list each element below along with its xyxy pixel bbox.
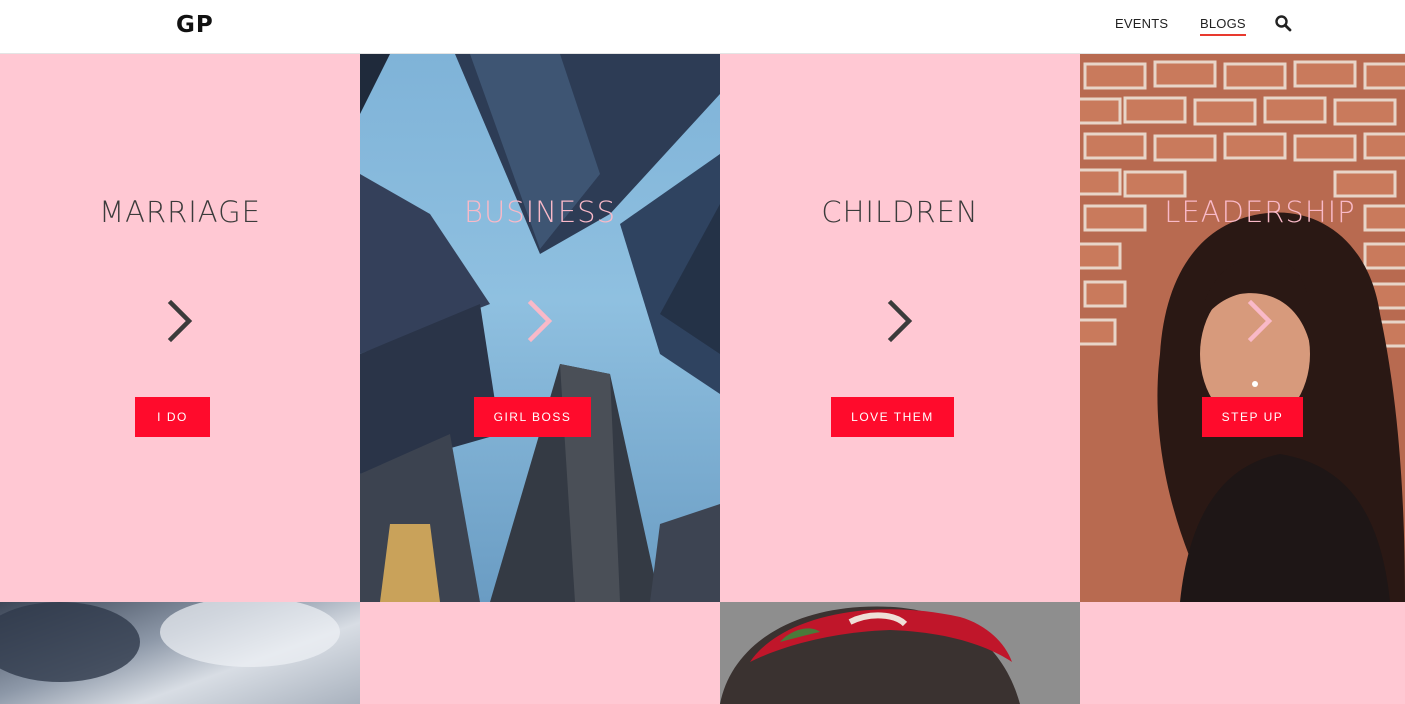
chevron-right-icon[interactable] [165,297,195,345]
tile-title: CHILDREN [821,195,979,229]
clouds-photo [0,602,340,682]
tile-button-step-up[interactable]: STEP UP [1202,397,1303,437]
tile-button-i-do[interactable]: I DO [135,397,210,437]
tile-title: MARRIAGE [99,195,261,229]
chevron-right-icon[interactable] [1245,297,1275,345]
category-tile-marriage[interactable]: MARRIAGE I DO [0,54,360,602]
nav-item-events[interactable]: EVENTS [1115,16,1168,34]
tile-button-love-them[interactable]: LOVE THEM [831,397,954,437]
site-logo[interactable]: GP [176,12,214,38]
category-tile-pink-2[interactable] [1080,602,1405,704]
category-tile-pink[interactable] [360,602,720,704]
category-tile-red-headband[interactable] [720,602,1080,704]
nav-item-blogs[interactable]: BLOGS [1200,16,1246,36]
tile-title: BUSINESS [463,195,616,229]
category-tile-children[interactable]: CHILDREN LOVE THEM [720,54,1080,602]
red-headband-photo [720,602,1080,704]
chevron-right-icon[interactable] [885,297,915,345]
category-tile-leadership[interactable]: LEADERSHIP STEP UP [1080,54,1405,602]
tile-button-girl-boss[interactable]: GIRL BOSS [474,397,591,437]
search-icon[interactable] [1274,14,1292,32]
chevron-right-icon[interactable] [525,297,555,345]
tile-title: LEADERSHIP [1164,195,1356,229]
woman-brick-wall-photo [1080,54,1405,602]
category-tile-business[interactable]: BUSINESS GIRL BOSS [360,54,720,602]
category-tile-clouds[interactable] [0,602,360,704]
top-navigation-bar: GP EVENTS BLOGS [0,0,1405,54]
